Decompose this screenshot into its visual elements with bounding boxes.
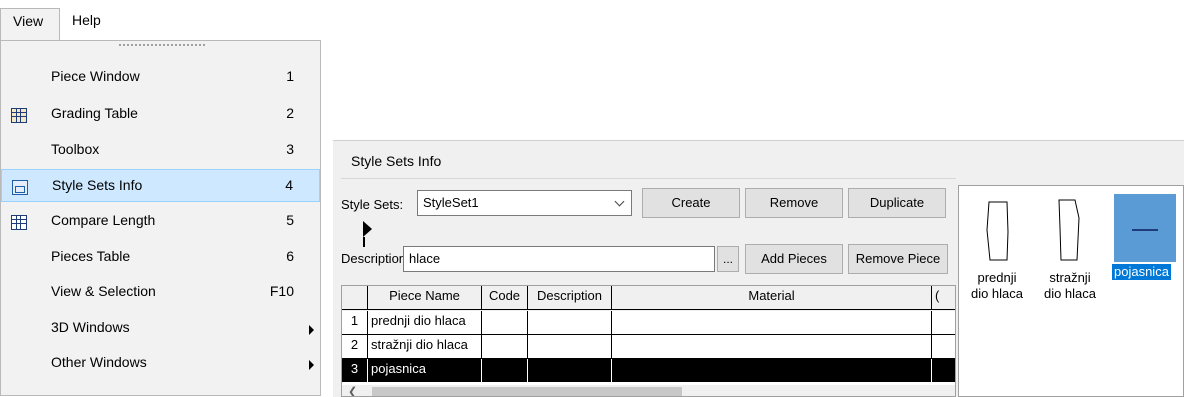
menu-item-label: 3D Windows bbox=[51, 319, 130, 335]
description-cell[interactable] bbox=[528, 359, 612, 383]
horizontal-scrollbar[interactable]: ❮ bbox=[342, 385, 955, 396]
menu-item-3d-windows[interactable]: 3D Windows bbox=[1, 312, 320, 345]
view-menu-dropdown: Piece Window 1 Grading Table 2 Toolbox 3… bbox=[0, 40, 321, 396]
divider bbox=[341, 178, 956, 179]
remove-piece-button[interactable]: Remove Piece bbox=[848, 244, 948, 274]
code-cell[interactable] bbox=[482, 359, 528, 383]
add-pieces-button[interactable]: Add Pieces bbox=[745, 244, 843, 274]
menu-item-shortcut: F10 bbox=[269, 283, 294, 299]
menu-bar: View Help bbox=[0, 0, 330, 40]
piece-label[interactable]: stražnji dio hlaca bbox=[1037, 270, 1103, 302]
piece-label-line: prednji bbox=[977, 270, 1017, 285]
style-sets-value: StyleSet1 bbox=[423, 195, 479, 210]
menu-item-label: View & Selection bbox=[51, 283, 156, 299]
browse-button[interactable]: ... bbox=[717, 246, 739, 272]
menu-item-shortcut: 3 bbox=[286, 141, 294, 157]
style-sets-select[interactable]: StyleSet1 bbox=[417, 190, 632, 216]
piece-name-cell[interactable]: stražnji dio hlaca bbox=[368, 335, 482, 359]
extra-cell[interactable] bbox=[932, 335, 955, 359]
menu-item-pieces-table[interactable]: Pieces Table 6 bbox=[1, 241, 320, 274]
material-cell[interactable] bbox=[612, 311, 932, 335]
menu-help-label: Help bbox=[72, 12, 101, 28]
column-header[interactable]: Description bbox=[528, 286, 612, 310]
piece-label-selected[interactable]: pojasnica bbox=[1112, 264, 1171, 280]
description-input[interactable]: hlace bbox=[403, 246, 715, 272]
material-cell[interactable] bbox=[612, 359, 932, 383]
create-button[interactable]: Create bbox=[642, 188, 740, 218]
menu-item-label: Pieces Table bbox=[51, 248, 131, 264]
submenu-arrow-icon bbox=[309, 325, 314, 335]
column-header[interactable]: Piece Name bbox=[368, 286, 482, 310]
waistband-piece-icon bbox=[1132, 229, 1158, 231]
menu-item-label: Piece Window bbox=[51, 68, 140, 84]
panel-title: Style Sets Info bbox=[351, 153, 442, 169]
piece-thumbnail-selected[interactable] bbox=[1114, 194, 1176, 262]
piece-thumbnail[interactable] bbox=[1039, 194, 1101, 262]
piece-label-line: stražnji bbox=[1049, 270, 1091, 285]
menu-item-shortcut: 4 bbox=[285, 177, 293, 193]
menu-item-style-sets-info[interactable]: Style Sets Info 4 bbox=[1, 169, 320, 202]
piece-name-cell[interactable]: pojasnica bbox=[368, 359, 482, 383]
scroll-left-icon[interactable]: ❮ bbox=[348, 385, 357, 396]
grading-table-icon bbox=[11, 108, 27, 123]
back-trouser-piece-icon bbox=[1058, 199, 1080, 261]
menu-item-label: Toolbox bbox=[51, 141, 100, 157]
menu-item-shortcut: 6 bbox=[286, 248, 294, 264]
menu-item-label: Compare Length bbox=[51, 212, 156, 228]
code-cell[interactable] bbox=[482, 311, 528, 335]
column-header[interactable]: ( bbox=[932, 286, 955, 310]
description-cell[interactable] bbox=[528, 335, 612, 359]
piece-thumbnail[interactable] bbox=[965, 194, 1027, 262]
column-header[interactable]: Code bbox=[482, 286, 528, 310]
tear-off-line[interactable] bbox=[119, 44, 205, 46]
style-sets-info-panel: Style Sets Info Style Sets: StyleSet1 Cr… bbox=[333, 140, 1184, 397]
row-number: 3 bbox=[342, 359, 368, 383]
menu-item-shortcut: 1 bbox=[286, 68, 294, 84]
style-sets-icon bbox=[12, 180, 28, 195]
table-header: Piece Name Code Description Material ( bbox=[342, 286, 955, 311]
menu-item-grading-table[interactable]: Grading Table 2 bbox=[1, 98, 320, 131]
style-sets-label: Style Sets: bbox=[341, 197, 404, 212]
column-header[interactable]: Material bbox=[612, 286, 932, 310]
description-value: hlace bbox=[409, 251, 441, 266]
extra-cell[interactable] bbox=[932, 311, 955, 335]
piece-label-line: pojasnica bbox=[1114, 264, 1169, 279]
piece-label-line: dio hlaca bbox=[970, 286, 1024, 301]
piece-label-line: dio hlaca bbox=[1043, 286, 1097, 301]
header-corner bbox=[342, 286, 368, 310]
compare-length-icon bbox=[11, 215, 27, 230]
menu-help[interactable]: Help bbox=[72, 12, 101, 28]
piece-label[interactable]: prednji dio hlaca bbox=[967, 270, 1027, 302]
play-icon[interactable] bbox=[363, 221, 372, 237]
material-cell[interactable] bbox=[612, 335, 932, 359]
description-cell[interactable] bbox=[528, 311, 612, 335]
menu-item-piece-window[interactable]: Piece Window 1 bbox=[1, 61, 320, 94]
row-number: 2 bbox=[342, 335, 368, 359]
submenu-arrow-icon bbox=[309, 360, 314, 370]
play-stem bbox=[363, 237, 365, 247]
menu-item-label: Style Sets Info bbox=[52, 177, 143, 193]
menu-view-label: View bbox=[13, 13, 44, 29]
menu-view[interactable]: View bbox=[0, 8, 60, 40]
remove-button[interactable]: Remove bbox=[745, 188, 843, 218]
duplicate-button[interactable]: Duplicate bbox=[848, 188, 946, 218]
front-trouser-piece-icon bbox=[986, 201, 1009, 261]
menu-item-label: Grading Table bbox=[51, 105, 138, 121]
code-cell[interactable] bbox=[482, 335, 528, 359]
menu-item-shortcut: 5 bbox=[286, 212, 294, 228]
description-label: Description: bbox=[341, 251, 410, 266]
piece-name-cell[interactable]: prednji dio hlaca bbox=[368, 311, 482, 335]
pieces-preview: prednji dio hlaca stražnji dio hlaca poj… bbox=[958, 185, 1184, 397]
pieces-grid: Piece Name Code Description Material ( 1… bbox=[341, 285, 956, 397]
chevron-down-icon bbox=[614, 196, 625, 207]
extra-cell[interactable] bbox=[932, 359, 955, 383]
menu-item-other-windows[interactable]: Other Windows bbox=[1, 347, 320, 380]
menu-item-label: Other Windows bbox=[51, 354, 147, 370]
row-number: 1 bbox=[342, 311, 368, 335]
menu-item-toolbox[interactable]: Toolbox 3 bbox=[1, 134, 320, 167]
menu-item-shortcut: 2 bbox=[286, 105, 294, 121]
menu-item-view-selection[interactable]: View & Selection F10 bbox=[1, 276, 320, 309]
menu-item-compare-length[interactable]: Compare Length 5 bbox=[1, 205, 320, 238]
